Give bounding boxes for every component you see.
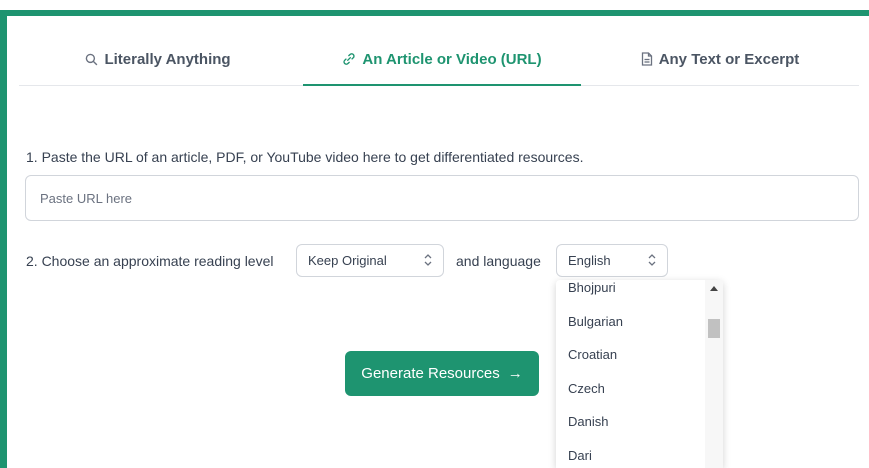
dropdown-scrollbar[interactable] [705,280,723,468]
reading-level-select[interactable]: Keep Original [296,244,444,277]
tab-label: An Article or Video (URL) [362,50,542,68]
document-icon [641,52,653,66]
tab-literally-anything[interactable]: Literally Anything [19,33,297,85]
frame-left-border [0,10,7,468]
url-input[interactable] [25,175,859,221]
chevron-up-down-icon [647,252,657,271]
language-option[interactable]: Croatian [568,347,617,362]
chevron-up-down-icon [423,252,433,271]
tab-label: Any Text or Excerpt [658,50,800,68]
generate-label: Generate Resources [361,365,500,382]
link-icon [342,52,356,66]
language-dropdown: Bhojpuri Bulgarian Croatian Czech Danish… [556,280,723,468]
arrow-right-icon: → [507,365,523,382]
and-language-label: and language [456,253,541,269]
step2-instruction: 2. Choose an approximate reading level [26,253,274,269]
language-option[interactable]: Dari [568,448,592,463]
language-select[interactable]: English [556,244,668,277]
language-option[interactable]: Bhojpuri [568,280,616,295]
tab-article-or-video[interactable]: An Article or Video (URL) [303,33,581,86]
tab-any-text-or-excerpt[interactable]: Any Text or Excerpt [581,33,859,85]
language-option[interactable]: Czech [568,381,605,396]
language-value: English [568,253,611,268]
source-tabs: Literally Anything An Article or Video (… [19,33,859,86]
search-icon [85,53,98,66]
reading-level-value: Keep Original [308,253,387,268]
tab-label: Literally Anything [104,50,231,68]
generate-resources-button[interactable]: Generate Resources → [345,351,539,396]
step1-instruction: 1. Paste the URL of an article, PDF, or … [26,149,584,165]
scrollbar-thumb[interactable] [708,319,720,338]
language-option[interactable]: Bulgarian [568,314,623,329]
language-option[interactable]: Danish [568,414,608,429]
scroll-up-arrow-icon[interactable] [710,286,718,291]
